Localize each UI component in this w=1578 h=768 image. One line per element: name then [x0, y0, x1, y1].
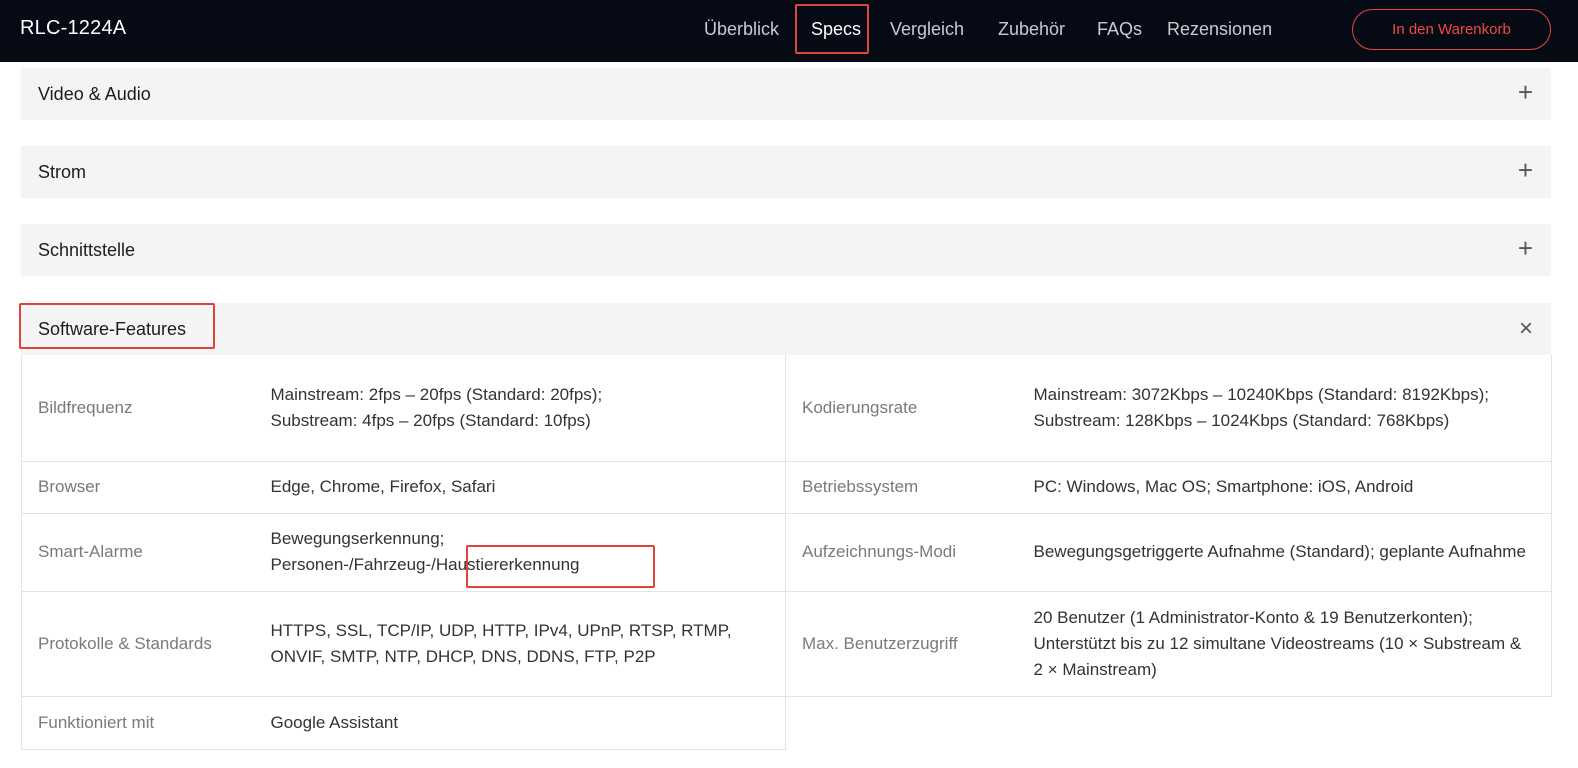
accordion-schnittstelle[interactable]: Schnittstelle +	[21, 224, 1551, 276]
spec-label: Smart-Alarme	[21, 513, 255, 591]
empty-cell	[1018, 696, 1552, 749]
add-to-cart-button[interactable]: In den Warenkorb	[1352, 9, 1551, 50]
accordion-title: Strom	[38, 162, 87, 182]
spec-label: Betriebssystem	[802, 477, 919, 496]
table-row: Bildfrequenz Mainstream: 2fps – 20fps (S…	[21, 355, 1552, 461]
table-row: Protokolle & Standards HTTPS, SSL, TCP/I…	[21, 591, 1552, 696]
spec-label: Max. Benutzerzugriff	[802, 633, 958, 653]
nav-specs[interactable]: Specs	[811, 19, 861, 40]
spec-label: Aufzeichnungs-Modi	[802, 542, 957, 561]
empty-cell	[786, 696, 1018, 749]
spec-label: Funktioniert mit	[21, 696, 255, 750]
accordion-strom[interactable]: Strom +	[21, 146, 1551, 198]
spec-label: Browser	[21, 461, 255, 513]
accordion-title: Video & Audio	[38, 84, 151, 104]
nav-compare[interactable]: Vergleich	[890, 19, 964, 40]
spec-value: Bewegungsgetriggerte Aufnahme (Standard)…	[1017, 513, 1552, 591]
spec-value: PC: Windows, Mac OS; Smartphone: iOS, An…	[1017, 461, 1552, 513]
table-row: Smart-Alarme Bewegungserkennung; Persone…	[21, 513, 1552, 591]
spec-value: HTTPS, SSL, TCP/IP, UDP, HTTP, IPv4, UPn…	[254, 591, 786, 696]
accordion-title: Software-Features	[38, 319, 187, 339]
plus-icon[interactable]: +	[1518, 235, 1533, 261]
spec-value: Mainstream: 3072Kbps – 10240Kbps (Standa…	[1017, 355, 1552, 461]
spec-label: Protokolle & Standards	[21, 591, 255, 696]
table-row: Browser Edge, Chrome, Firefox, Safari Be…	[21, 461, 1552, 513]
table-row: Funktioniert mit Google Assistant	[21, 696, 1552, 750]
nav-reviews[interactable]: Rezensionen	[1167, 19, 1272, 40]
spec-value: Google Assistant	[254, 696, 786, 750]
spec-value: Mainstream: 2fps – 20fps (Standard: 20fp…	[254, 355, 786, 461]
accordion-software-features[interactable]: Software-Features ×	[21, 303, 1551, 355]
spec-value: 20 Benutzer (1 Administrator-Konto & 19 …	[1017, 591, 1552, 696]
plus-icon[interactable]: +	[1518, 79, 1533, 105]
spec-label: Kodierungsrate	[802, 397, 918, 417]
product-name: RLC-1224A	[20, 17, 127, 39]
plus-icon[interactable]: +	[1518, 157, 1533, 183]
software-features-table: Bildfrequenz Mainstream: 2fps – 20fps (S…	[21, 355, 1552, 750]
close-icon[interactable]: ×	[1519, 316, 1533, 342]
spec-value: Edge, Chrome, Firefox, Safari	[254, 461, 786, 513]
spec-label: Bildfrequenz	[21, 355, 255, 461]
accordion-title: Schnittstelle	[38, 240, 136, 260]
spec-value: Bewegungserkennung; Personen-/Fahrzeug-/…	[254, 513, 786, 591]
top-navigation-bar: RLC-1224A Überblick Specs Vergleich Zube…	[0, 0, 1578, 62]
accordion-video-audio[interactable]: Video & Audio +	[21, 68, 1551, 120]
nav-overview[interactable]: Überblick	[704, 19, 779, 40]
nav-accessories[interactable]: Zubehör	[998, 19, 1065, 40]
nav-faqs[interactable]: FAQs	[1097, 19, 1142, 40]
